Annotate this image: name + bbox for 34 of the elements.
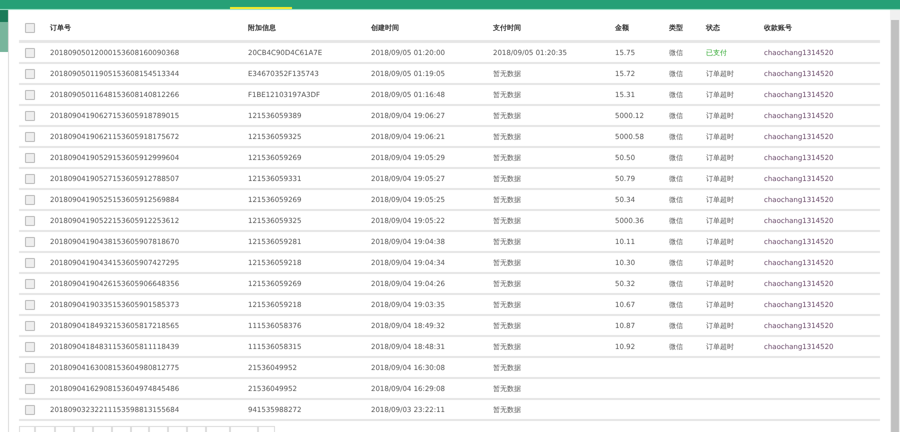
row-checkbox[interactable] (25, 152, 35, 162)
pagination-button[interactable] (93, 426, 112, 432)
pagination-button[interactable] (35, 426, 55, 432)
row-checkbox[interactable] (25, 132, 35, 142)
row-checkbox[interactable] (25, 216, 35, 226)
pagination-button[interactable] (206, 426, 230, 432)
pagination-button[interactable] (112, 426, 131, 432)
row-checkbox[interactable] (25, 68, 35, 78)
pagination-button[interactable] (187, 426, 206, 432)
row-checkbox[interactable] (25, 300, 35, 310)
row-checkbox[interactable] (25, 278, 35, 288)
row-checkbox[interactable] (25, 362, 35, 372)
row-checkbox[interactable] (25, 342, 35, 352)
pagination-button[interactable] (168, 426, 187, 432)
pagination-button[interactable] (258, 426, 275, 432)
row-checkbox[interactable] (25, 404, 35, 414)
pagination-button[interactable] (149, 426, 168, 432)
row-checkbox[interactable] (25, 258, 35, 268)
row-checkbox[interactable] (25, 320, 35, 330)
active-tab-underline (230, 7, 292, 9)
select-all-checkbox[interactable] (25, 23, 35, 33)
scrollbar[interactable] (890, 10, 900, 432)
row-checkbox[interactable] (25, 384, 35, 394)
row-checkbox[interactable] (25, 174, 35, 184)
pagination-button[interactable] (74, 426, 93, 432)
pagination-button[interactable] (230, 426, 258, 432)
row-checkbox[interactable] (25, 236, 35, 246)
pagination-button[interactable] (131, 426, 149, 432)
pagination-button[interactable] (55, 426, 74, 432)
row-checkbox[interactable] (25, 90, 35, 100)
row-checkbox[interactable] (25, 48, 35, 58)
row-checkbox[interactable] (25, 194, 35, 204)
row-checkbox[interactable] (25, 110, 35, 120)
pagination-button[interactable] (19, 426, 35, 432)
